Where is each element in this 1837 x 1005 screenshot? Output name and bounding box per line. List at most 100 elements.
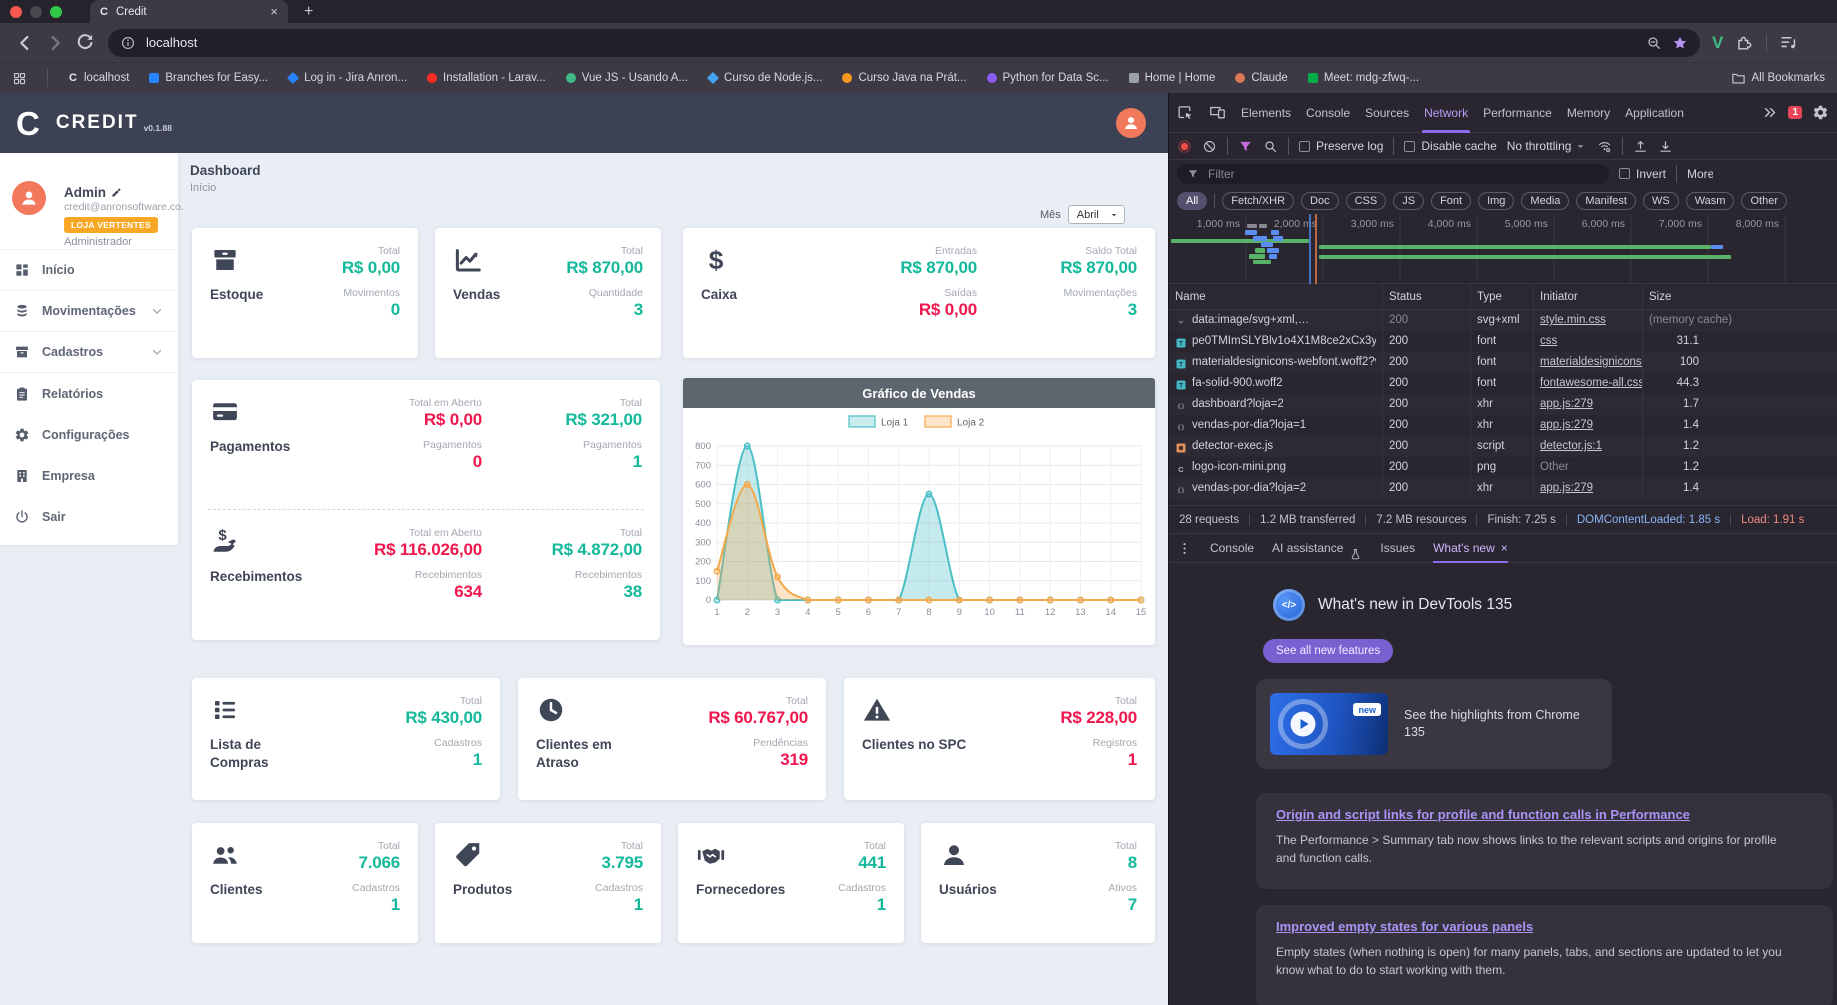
drawer-tab-issues[interactable]: Issues <box>1380 533 1415 563</box>
card-produtos[interactable]: Produtos Total 3.795 Cadastros 1 <box>435 823 661 943</box>
address-bar[interactable]: localhost <box>108 28 1700 57</box>
card-recebimentos[interactable]: $ Recebimentos Total em Aberto R$ 116.026,0… <box>192 510 660 639</box>
more-tabs-icon[interactable] <box>1761 104 1778 121</box>
filter-chip-doc[interactable]: Doc <box>1301 191 1339 210</box>
filter-chip-all[interactable]: All <box>1177 191 1208 210</box>
card-spc[interactable]: Clientes no SPC Total R$ 228,00 Registros 1 <box>844 678 1155 800</box>
export-har-icon[interactable] <box>1658 139 1673 154</box>
card-atraso[interactable]: Clientes em Atraso Total R$ 60.767,00 Pendê… <box>518 678 826 800</box>
error-count-badge[interactable]: 1 <box>1788 106 1802 119</box>
network-request-row[interactable]: data:image/svg+xml,… 200 svg+xml style.min.… <box>1169 310 1837 331</box>
clear-network-icon[interactable] <box>1202 139 1217 154</box>
drawer-tab-close-icon[interactable]: × <box>1501 533 1508 563</box>
card-clientes[interactable]: Clientes Total 7.066 Cadastros 1 <box>192 823 418 943</box>
filter-chip-ws[interactable]: WS <box>1642 191 1679 210</box>
highlights-thumbnail[interactable]: new <box>1270 693 1388 755</box>
close-window-button[interactable] <box>10 5 22 18</box>
month-select[interactable]: Abril <box>1067 205 1125 224</box>
sidebar-item-configuracoes[interactable]: Configurações <box>0 414 178 455</box>
card-compras[interactable]: Lista de Compras Total R$ 430,00 Cadastros 1 <box>192 678 500 800</box>
column-header-type[interactable]: Type <box>1471 284 1534 309</box>
whats-new-section-link[interactable]: Improved empty states for various panels <box>1276 919 1533 934</box>
minimize-window-button[interactable] <box>30 5 42 18</box>
network-request-row[interactable]: Clogo-icon-mini.png 200 png Other 1.2 <box>1169 457 1837 478</box>
extensions-puzzle-icon[interactable] <box>1735 33 1754 52</box>
drawer-tab-ai-assistance[interactable]: AI assistance <box>1272 533 1362 563</box>
card-usuarios[interactable]: Usuários Total 8 Ativos 7 <box>921 823 1155 943</box>
site-info-icon[interactable] <box>120 35 136 51</box>
bookmark-item[interactable]: Meet: mdg-zfwq-... <box>1307 72 1419 84</box>
sidebar-item-inicio[interactable]: Início <box>0 250 178 291</box>
sidebar-item-cadastros[interactable]: Cadastros <box>0 332 178 373</box>
vue-devtools-icon[interactable]: V <box>1712 33 1723 53</box>
initiator-link[interactable]: app.js:279 <box>1540 478 1593 499</box>
initiator-link[interactable]: app.js:279 <box>1540 415 1593 436</box>
filter-chip-fetchxhr[interactable]: Fetch/XHR <box>1222 191 1295 210</box>
bookmark-item[interactable]: Installation - Larav... <box>427 72 546 84</box>
bookmark-item[interactable]: Clocalhost <box>68 72 129 84</box>
initiator-link[interactable]: style.min.css <box>1540 310 1606 331</box>
bookmark-item[interactable]: Home | Home <box>1128 72 1215 84</box>
network-request-row[interactable]: {} dashboard?loja=2 200 xhr app.js:279 1.7 <box>1169 394 1837 415</box>
card-estoque[interactable]: Estoque Total R$ 0,00 Movimentos 0 <box>192 228 418 358</box>
more-filters-label[interactable]: More filters <box>1687 167 1713 181</box>
initiator-link[interactable]: materialdesignicons.min.css <box>1540 352 1642 373</box>
devtools-tab-performance[interactable]: Performance <box>1483 93 1552 133</box>
card-vendas[interactable]: Vendas Total R$ 870,00 Quantidade 3 <box>435 228 661 358</box>
filter-chip-js[interactable]: JS <box>1393 191 1425 210</box>
throttling-select[interactable]: No throttling <box>1507 139 1588 153</box>
sidebar-item-sair[interactable]: Sair <box>0 496 178 537</box>
import-har-icon[interactable] <box>1633 139 1648 154</box>
disable-cache-checkbox[interactable]: Disable cache <box>1404 139 1497 153</box>
network-request-row[interactable]: {} vendas-por-dia?loja=1 200 xhr app.js:279 1… <box>1169 415 1837 436</box>
tab-close-icon[interactable]: × <box>270 5 278 18</box>
column-header-name[interactable]: Name <box>1169 284 1383 309</box>
url-text[interactable]: localhost <box>146 35 1636 50</box>
invert-filter-checkbox[interactable]: Invert <box>1619 167 1666 181</box>
devtools-tab-console[interactable]: Console <box>1306 93 1350 133</box>
filter-chip-media[interactable]: Media <box>1521 191 1570 210</box>
drawer-menu-dots-icon[interactable] <box>1177 541 1192 556</box>
column-header-size[interactable]: Size <box>1643 284 1837 309</box>
network-request-row[interactable]: Tmaterialdesignicons-webfont.woff2?v=1.8… <box>1169 352 1837 373</box>
network-overview-timeline[interactable]: 1,000 ms 2,000 ms 3,000 ms 4,000 ms 5,000 ms… <box>1169 214 1837 284</box>
filter-chip-other[interactable]: Other <box>1741 191 1787 210</box>
sidebar-item-empresa[interactable]: Empresa <box>0 455 178 496</box>
devtools-settings-gear-icon[interactable] <box>1812 104 1829 121</box>
see-all-features-button[interactable]: See all new features <box>1263 639 1394 663</box>
highlights-banner[interactable]: new See the highlights from Chrome 135 <box>1256 679 1612 769</box>
filter-funnel-icon[interactable] <box>1238 139 1253 154</box>
bookmark-item[interactable]: Log in - Jira Anron... <box>287 71 407 85</box>
devtools-tab-memory[interactable]: Memory <box>1567 93 1610 133</box>
zoom-out-icon[interactable] <box>1646 35 1662 51</box>
network-request-row[interactable]: detector-exec.js 200 script detector.js:1 1.… <box>1169 436 1837 457</box>
network-request-row[interactable]: {} vendas-por-dia?loja=2 200 xhr app.js:279 1… <box>1169 478 1837 499</box>
forward-icon[interactable] <box>44 32 66 54</box>
filter-chip-font[interactable]: Font <box>1431 191 1472 210</box>
device-toolbar-icon[interactable] <box>1209 104 1226 121</box>
initiator-link[interactable]: app.js:279 <box>1540 394 1593 415</box>
filter-chip-css[interactable]: CSS <box>1345 191 1387 210</box>
whats-new-section-link[interactable]: Origin and script links for profile and … <box>1276 807 1690 822</box>
drawer-tab-console[interactable]: Console <box>1210 533 1254 563</box>
apps-grid-icon[interactable] <box>12 71 27 86</box>
play-icon[interactable] <box>1288 709 1318 739</box>
initiator-link[interactable]: detector.js:1 <box>1540 436 1602 457</box>
devtools-tab-application[interactable]: Application <box>1625 93 1684 133</box>
header-avatar[interactable] <box>1116 108 1146 138</box>
card-pagamentos[interactable]: Pagamentos Total em Aberto R$ 0,00 Pagament… <box>192 380 660 509</box>
tab-list-icon[interactable] <box>1779 33 1798 52</box>
maximize-window-button[interactable] <box>50 5 62 18</box>
bookmark-item[interactable]: Curso de Node.js... <box>707 71 822 85</box>
drawer-tab-what-s-new[interactable]: What's new × <box>1433 533 1508 563</box>
browser-tab[interactable]: C Credit × <box>90 0 288 23</box>
card-caixa[interactable]: $ Caixa Entradas R$ 870,00 Saídas R$ 0,00 Sald… <box>683 228 1155 358</box>
back-icon[interactable] <box>14 32 36 54</box>
column-header-status[interactable]: Status <box>1383 284 1471 309</box>
bookmark-item[interactable]: Claude <box>1235 72 1288 84</box>
card-fornecedores[interactable]: Fornecedores Total 441 Cadastros 1 <box>678 823 904 943</box>
initiator-link[interactable]: fontawesome-all.css <box>1540 373 1642 394</box>
reload-icon[interactable] <box>74 32 96 54</box>
network-request-row[interactable]: Tfa-solid-900.woff2 200 font fontawesome-al… <box>1169 373 1837 394</box>
inspect-element-icon[interactable] <box>1177 104 1194 121</box>
